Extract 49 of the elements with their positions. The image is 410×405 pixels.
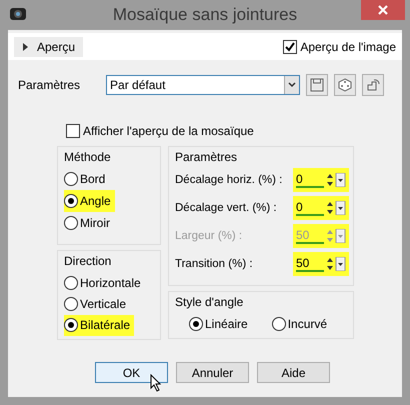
group-title: Méthode [64,150,112,164]
radio-label: Horizontale [80,276,141,290]
spin-field[interactable]: 50 [293,252,349,276]
group-title: Style d'angle [175,295,244,309]
field-label: Largeur (%) : [175,230,242,242]
radio-label: Miroir [80,216,110,230]
spin-field[interactable]: 0 [293,168,349,192]
save-button[interactable] [306,74,328,96]
close-button[interactable] [361,0,405,20]
radio-button[interactable] [272,317,286,331]
reset-button[interactable] [362,74,384,96]
window-title: Mosaïque sans jointures [112,5,298,25]
group-title: Direction [64,254,112,268]
radio-button[interactable] [64,216,78,230]
dialog-button[interactable]: OK [95,362,168,383]
radio-button[interactable] [64,296,78,311]
spinner-arrows-icon [326,229,346,243]
chevron-icon [288,82,296,88]
preview-toggle[interactable]: Aperçu [14,36,84,56]
radio-label: Incurvé [288,317,328,331]
radio-label: Bord [80,172,106,186]
radio-button[interactable] [189,317,203,331]
camera-icon [10,6,26,20]
check-icon [285,42,296,52]
field-label: Décalage vert. (%) : [175,202,277,214]
checkbox[interactable]: Aperçu de l'image [283,40,396,54]
cursor-icon [150,374,162,392]
presets-dropdown[interactable]: Par défaut [106,75,300,95]
group-title: Paramètres [175,150,238,164]
presets-label: Paramètres [18,78,80,92]
dialog-button[interactable]: Aide [257,362,330,383]
spinner-arrows-icon [326,257,346,271]
radio-label: Verticale [80,296,126,311]
spin-field[interactable]: 0 [293,196,349,220]
close-icon [378,5,388,15]
randomize-button[interactable] [334,74,356,96]
radio-label: Linéaire [205,317,248,331]
checkbox[interactable]: Afficher l'aperçu de la mosaïque [66,124,402,138]
field-label: Décalage horiz. (%) : [175,174,282,186]
radio-button[interactable] [64,276,78,290]
radio-button[interactable] [64,172,78,186]
dialog-button[interactable]: Annuler [176,362,249,383]
radio-label: Bilatérale [80,318,130,332]
spinner-arrows-icon [326,201,346,215]
dice-icon [338,78,352,92]
triangle-icon [22,42,29,50]
field-label: Transition (%) : [175,258,253,270]
radio-label: Angle [80,194,111,208]
spinner-arrows-icon [326,173,346,187]
